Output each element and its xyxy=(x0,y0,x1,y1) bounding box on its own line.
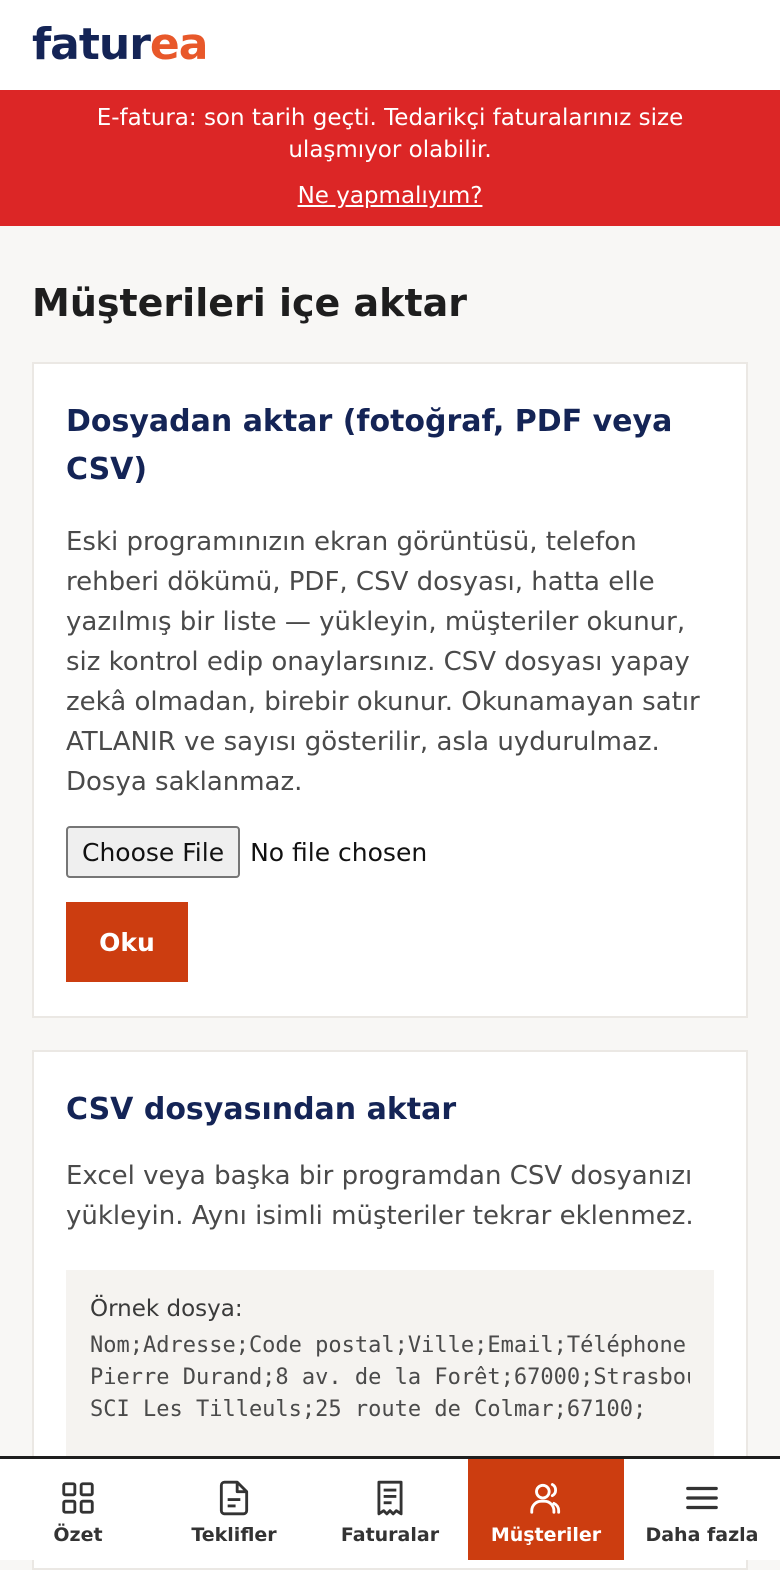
file-import-description: Eski programınızın ekran görüntüsü, tele… xyxy=(66,527,700,797)
receipt-icon xyxy=(377,1480,403,1516)
bottom-nav: Özet Teklifler Faturalar Müşteriler Daha… xyxy=(0,1456,780,1560)
csv-import-description: Excel veya başka bir programdan CSV dosy… xyxy=(66,1161,694,1231)
nav-label: Daha fazla xyxy=(645,1524,759,1546)
logo-part-2: ea xyxy=(149,19,209,70)
file-picker: Choose File No file chosen xyxy=(66,826,714,878)
nav-label: Özet xyxy=(53,1524,103,1546)
sample-line: Nom;Adresse;Code postal;Ville;Email;Télé… xyxy=(90,1333,687,1358)
logo-part-1: fatur xyxy=(32,19,151,70)
nav-label: Faturalar xyxy=(340,1524,440,1546)
sample-label: Örnek dosya: xyxy=(90,1296,243,1322)
page-title: Müşterileri içe aktar xyxy=(32,281,467,325)
nav-item-daha-fazla[interactable]: Daha fazla xyxy=(624,1459,780,1560)
banner-help-link[interactable]: Ne yapmalıyım? xyxy=(298,180,483,212)
file-import-card: Dosyadan aktar (fotoğraf, PDF veya CSV) … xyxy=(32,362,748,1018)
sample-code: Nom;Adresse;Code postal;Ville;Email;Télé… xyxy=(90,1330,690,1426)
nav-label: Teklifler xyxy=(191,1524,277,1546)
choose-file-button[interactable]: Choose File xyxy=(66,826,241,878)
nav-item-ozet[interactable]: Özet xyxy=(0,1459,156,1560)
logo[interactable]: faturea xyxy=(32,20,748,70)
app-header: faturea xyxy=(0,0,780,90)
nav-item-faturalar[interactable]: Faturalar xyxy=(312,1459,468,1560)
file-import-title: Dosyadan aktar (fotoğraf, PDF veya CSV) xyxy=(66,404,673,487)
banner-message: E-fatura: son tarih geçti. Tedarikçi fat… xyxy=(96,105,684,163)
deadline-banner: E-fatura: son tarih geçti. Tedarikçi fat… xyxy=(0,90,780,226)
csv-import-title: CSV dosyasından aktar xyxy=(66,1092,457,1127)
grid-icon xyxy=(62,1482,94,1514)
nav-item-teklifler[interactable]: Teklifler xyxy=(156,1459,312,1560)
nav-item-musteriler[interactable]: Müşteriler xyxy=(468,1459,624,1560)
document-icon xyxy=(219,1480,249,1516)
sample-line: Pierre Durand;8 av. de la Forêt;67000;St… xyxy=(90,1365,690,1390)
file-status: No file chosen xyxy=(250,837,428,867)
read-button[interactable]: Oku xyxy=(66,902,188,982)
menu-icon xyxy=(686,1486,718,1510)
users-icon xyxy=(530,1483,561,1514)
nav-label: Müşteriler xyxy=(490,1524,602,1546)
sample-line: SCI Les Tilleuls;25 route de Colmar;6710… xyxy=(90,1397,647,1422)
